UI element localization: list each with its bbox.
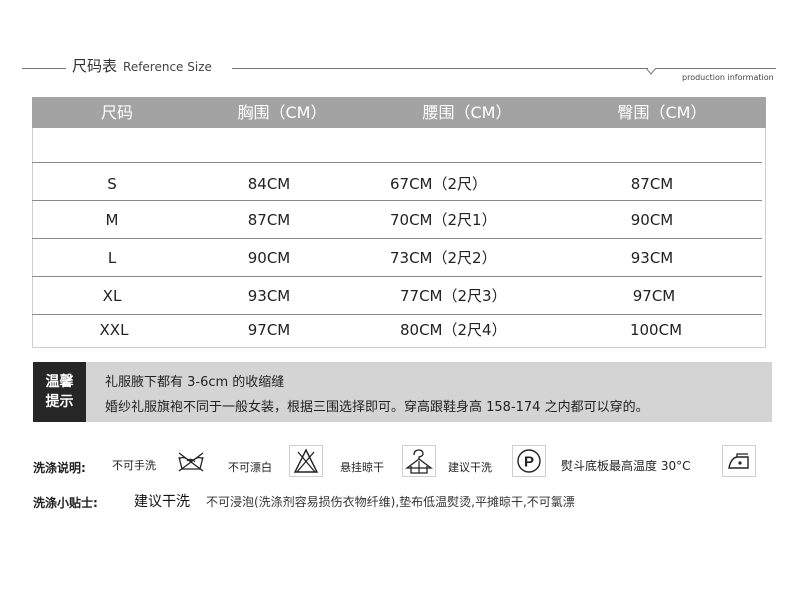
header-waist: 腰围（CM） <box>422 103 512 122</box>
row-divider <box>32 162 762 163</box>
row-divider <box>32 276 762 277</box>
svg-text:P: P <box>524 454 534 471</box>
cell-waist: 80CM（2尺4） <box>400 321 507 339</box>
cell-hip: 93CM <box>630 249 674 267</box>
cell-bust: 90CM <box>247 249 291 267</box>
cell-size: XL <box>102 287 122 305</box>
no-bleach-icon <box>289 445 323 477</box>
cell-hip: 100CM <box>629 321 683 339</box>
tip-label-line1: 温馨 <box>45 374 74 390</box>
no-hand-wash-icon <box>174 445 208 477</box>
page-title: 尺码表 Reference Size <box>72 55 212 76</box>
tips-heading: 洗涤小贴士: <box>33 496 98 510</box>
cell-hip: 97CM <box>632 287 676 305</box>
hang-dry-icon <box>402 445 436 477</box>
cell-waist: 73CM（2尺2） <box>390 249 497 267</box>
care-heading: 洗涤说明: <box>33 461 86 475</box>
tips-main: 建议干洗 <box>134 494 190 510</box>
row-divider <box>32 200 762 201</box>
header-size: 尺码 <box>100 103 133 122</box>
care-item-label: 建议干洗 <box>448 461 492 474</box>
cell-hip: 90CM <box>630 211 674 229</box>
cell-bust: 87CM <box>247 211 291 229</box>
header-hip: 臀围（CM） <box>617 103 707 122</box>
tip-label: 温馨 提示 <box>33 362 86 422</box>
tips-rest: 不可浸泡(洗涤剂容易损伤衣物纤维),垫布低温熨烫,平摊晾干,不可氯漂 <box>206 495 575 509</box>
cell-size: XXL <box>99 321 129 339</box>
care-item-label: 不可手洗 <box>112 459 156 472</box>
cell-bust: 97CM <box>247 321 291 339</box>
care-item-label: 熨斗底板最高温度 30°C <box>561 459 691 473</box>
header-bust: 胸围（CM） <box>237 103 327 122</box>
row-divider <box>32 238 762 239</box>
cell-waist: 67CM（2尺） <box>390 175 488 193</box>
care-item-label: 不可漂白 <box>228 461 272 474</box>
cell-waist: 70CM（2尺1） <box>390 211 497 229</box>
care-item-label: 悬挂晾干 <box>340 461 384 474</box>
header-divider-left <box>22 68 66 69</box>
header-divider-right <box>232 68 648 69</box>
header-divider-right-end <box>656 68 776 69</box>
title-cn: 尺码表 <box>72 57 118 75</box>
tip-label-line2: 提示 <box>45 394 74 410</box>
cell-hip: 87CM <box>630 175 674 193</box>
header-notch-icon <box>646 68 656 75</box>
cell-bust: 84CM <box>247 175 291 193</box>
tip-line-2: 婚纱礼服旗袍不同于一般女装，根据三围选择即可。穿高跟鞋身高 158-174 之内… <box>105 400 649 415</box>
title-en: Reference Size <box>123 60 212 74</box>
production-info: production information <box>682 73 774 82</box>
cell-bust: 93CM <box>247 287 291 305</box>
row-divider <box>32 314 762 315</box>
tip-line-1: 礼服腋下都有 3-6cm 的收缩缝 <box>105 375 285 390</box>
dry-clean-p-icon: P <box>512 445 546 477</box>
iron-icon <box>722 445 756 477</box>
cell-size: S <box>107 175 117 193</box>
cell-size: M <box>105 211 119 229</box>
cell-size: L <box>107 249 117 267</box>
cell-waist: 77CM（2尺3） <box>400 287 507 305</box>
